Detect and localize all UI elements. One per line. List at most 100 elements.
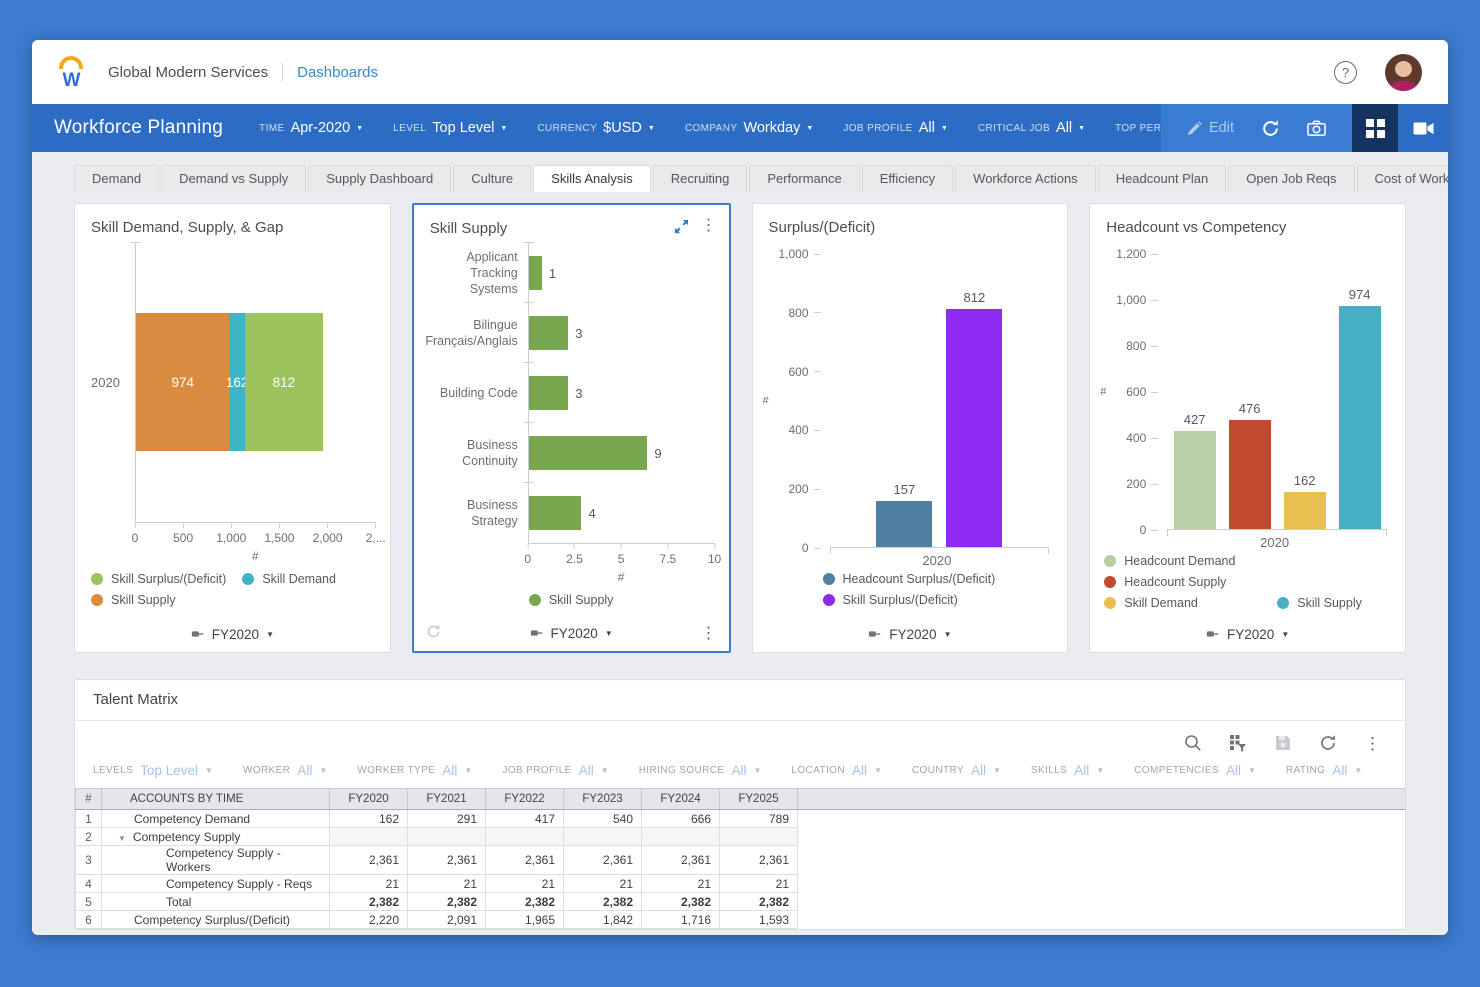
toolbar-filter-top-perf[interactable]: TOP PERF› xyxy=(1115,120,1161,137)
filler-cell xyxy=(798,828,1406,846)
chart-refresh-icon[interactable] xyxy=(426,624,441,642)
workday-logo-icon[interactable]: W xyxy=(56,55,86,89)
tab-cost-of-worker[interactable]: Cost of Worker xyxy=(1357,165,1448,192)
kebab-menu-icon[interactable]: ⋮ xyxy=(701,218,717,234)
tab-efficiency[interactable]: Efficiency xyxy=(862,165,953,192)
axis-tick-label: 2.5 xyxy=(566,552,583,566)
filler-cell xyxy=(798,911,1406,929)
axis-tick: 600 xyxy=(788,365,820,379)
matrix-filter-skills[interactable]: SKILLSAll▼ xyxy=(1031,763,1104,778)
matrix-filter-hiring-source[interactable]: HIRING SOURCEAll▼ xyxy=(639,763,762,778)
axis-tick: 800 xyxy=(788,306,820,320)
row-number: 2 xyxy=(76,828,102,846)
chevron-down-icon: ▼ xyxy=(319,766,327,775)
matrix-filter-competencies[interactable]: COMPETENCIESAll▼ xyxy=(1134,763,1256,778)
time-period-selector[interactable]: FY2020 ▼ xyxy=(75,616,390,652)
time-period-selector[interactable]: FY2020 ▼ ⋮ xyxy=(414,615,729,651)
axis-tick: 10 xyxy=(708,544,721,566)
tab-performance[interactable]: Performance xyxy=(749,165,859,192)
value-cell: 2,091 xyxy=(408,911,486,929)
matrix-filter-job-profile[interactable]: JOB PROFILEAll▼ xyxy=(502,763,608,778)
search-icon[interactable] xyxy=(1184,734,1202,752)
bar-zone: 4 xyxy=(528,483,715,543)
table-row[interactable]: 3Competency Supply - Workers2,3612,3612,… xyxy=(76,846,1406,875)
tab-open-job-reqs[interactable]: Open Job Reqs xyxy=(1228,165,1354,192)
edit-button[interactable]: Edit xyxy=(1187,120,1234,136)
bar-zone: 1 xyxy=(528,243,715,303)
time-period-selector[interactable]: FY2020 ▼ xyxy=(1090,616,1405,652)
table-row[interactable]: 2▼Competency Supply xyxy=(76,828,1406,846)
tab-demand-vs-supply[interactable]: Demand vs Supply xyxy=(161,165,306,192)
toolbar-filter-currency[interactable]: CURRENCY$USD▼ xyxy=(537,120,655,136)
table-row[interactable]: 1Competency Demand162291417540666789 xyxy=(76,810,1406,828)
legend-label: Headcount Surplus/(Deficit) xyxy=(843,572,996,586)
tab-demand[interactable]: Demand xyxy=(74,165,159,192)
tab-workforce-actions[interactable]: Workforce Actions xyxy=(955,165,1096,192)
matrix-filter-worker[interactable]: WORKERAll▼ xyxy=(243,763,327,778)
category-label: Business Continuity xyxy=(424,423,528,483)
matrix-filter-rating[interactable]: RATINGAll▼ xyxy=(1286,763,1362,778)
axis-tick: 600 xyxy=(1126,385,1158,399)
video-button[interactable] xyxy=(1398,104,1448,152)
dashboards-link[interactable]: Dashboards xyxy=(297,64,378,81)
toolbar-filter-time[interactable]: TIMEApr-2020▼ xyxy=(259,120,363,136)
stacked-bar-plot: 2020974162812 xyxy=(85,242,376,522)
matrix-filter-levels[interactable]: LEVELSTop Level▼ xyxy=(93,763,213,778)
dashboard-content: Skill Demand, Supply, & Gap 202097416281… xyxy=(32,192,1448,935)
talent-matrix-title: Talent Matrix xyxy=(75,680,1405,721)
collapse-triangle-icon[interactable]: ▼ xyxy=(118,834,126,843)
filter-value: All xyxy=(971,763,986,778)
expand-icon[interactable] xyxy=(674,219,689,234)
tab-culture[interactable]: Culture xyxy=(453,165,531,192)
kebab-menu-icon[interactable]: ⋮ xyxy=(701,623,717,643)
refresh-button[interactable] xyxy=(1261,119,1280,138)
axis-tick: 1,000 xyxy=(216,523,246,545)
axis-tick-mark xyxy=(1151,392,1158,393)
table-row[interactable]: 6Competency Surplus/(Deficit)2,2202,0911… xyxy=(76,911,1406,929)
x-axis: 05001,0001,5002,0002,...# xyxy=(135,522,376,566)
bar-business-continuity xyxy=(529,436,648,470)
table-body: 1Competency Demand1622914175406667892 ▼ Co… xyxy=(76,810,1406,929)
save-icon[interactable] xyxy=(1274,734,1292,752)
table-row[interactable]: 5Total2,3822,3822,3822,3822,3822,382 xyxy=(76,893,1406,911)
toolbar-filter-critical-job[interactable]: CRITICAL JOBAll▼ xyxy=(978,120,1085,136)
talent-matrix-filters: LEVELSTop Level▼ WORKERAll▼ WORKER TYPEAll… xyxy=(75,754,1405,788)
time-period-selector[interactable]: FY2020 ▼ xyxy=(753,616,1068,652)
export-filter-icon[interactable] xyxy=(1229,734,1247,752)
dashboard-grid-button[interactable] xyxy=(1352,104,1398,152)
bar-value-label: 3 xyxy=(575,386,582,401)
kebab-menu-icon[interactable]: ⋮ xyxy=(1364,735,1381,752)
help-icon[interactable]: ? xyxy=(1334,61,1357,84)
value-cell: 291 xyxy=(408,810,486,828)
axis-tick-label: 400 xyxy=(1126,431,1146,445)
bar-value-label: 3 xyxy=(575,326,582,341)
matrix-filter-country[interactable]: COUNTRYAll▼ xyxy=(912,763,1001,778)
toolbar-filter-level[interactable]: LEVELTop Level▼ xyxy=(393,120,507,136)
tab-skills-analysis[interactable]: Skills Analysis xyxy=(533,165,651,192)
screenshot-button[interactable] xyxy=(1307,120,1326,137)
legend-dot xyxy=(1104,576,1116,588)
tab-supply-dashboard[interactable]: Supply Dashboard xyxy=(308,165,451,192)
bar-group-skill-demand: 162 xyxy=(1284,254,1326,529)
avatar[interactable] xyxy=(1385,54,1422,91)
matrix-filter-location[interactable]: LOCATIONAll▼ xyxy=(791,763,882,778)
column-header-accounts-by-time: ACCOUNTS BY TIME xyxy=(102,789,330,810)
category-label: 2020 xyxy=(85,242,135,522)
edit-label: Edit xyxy=(1209,120,1234,136)
tab-recruiting[interactable]: Recruiting xyxy=(653,165,748,192)
axis-tick-label: 1,000 xyxy=(1116,293,1146,307)
account-cell-competency-surplus-deficit: Competency Surplus/(Deficit) xyxy=(102,911,330,929)
value-cell: 540 xyxy=(564,810,642,828)
tab-headcount-plan[interactable]: Headcount Plan xyxy=(1098,165,1227,192)
value-cell xyxy=(408,828,486,846)
toolbar-filter-company[interactable]: COMPANYWorkday▼ xyxy=(685,120,814,136)
toolbar-filter-job-profile[interactable]: JOB PROFILEAll▼ xyxy=(843,120,947,136)
refresh-icon[interactable] xyxy=(1319,734,1337,752)
table-row[interactable]: 4Competency Supply - Reqs212121212121 xyxy=(76,875,1406,893)
matrix-filter-worker-type[interactable]: WORKER TYPEAll▼ xyxy=(357,763,472,778)
filter-value: Top Level xyxy=(432,120,494,136)
axis-tick-mark xyxy=(667,544,668,549)
filter-value: Apr-2020 xyxy=(291,120,351,136)
axis-tick-mark xyxy=(814,371,821,372)
chevron-down-icon: ▼ xyxy=(605,629,613,638)
